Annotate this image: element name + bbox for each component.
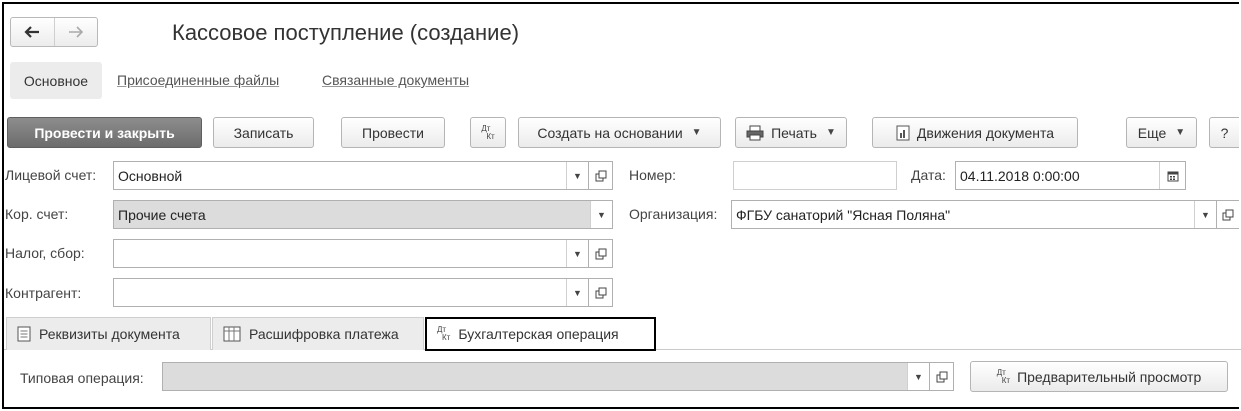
printer-icon: [746, 125, 764, 140]
number-field[interactable]: [733, 161, 897, 190]
tax-field[interactable]: ▼: [113, 239, 589, 268]
dropdown-icon[interactable]: ▼: [566, 279, 588, 306]
chevron-down-icon: ▼: [825, 127, 836, 138]
tab-main[interactable]: Основное: [10, 62, 102, 99]
dt-kt-icon: Дт Кт: [997, 368, 1011, 385]
print-label: Печать: [771, 124, 817, 141]
kt-label: Кт: [1001, 375, 1011, 385]
kt-label: Кт: [486, 131, 495, 141]
open-window-icon: [595, 170, 606, 181]
account-label: Лицевой счет:: [5, 167, 97, 183]
report-icon: [896, 125, 910, 140]
help-button[interactable]: ?: [1209, 117, 1239, 148]
save-button[interactable]: Записать: [213, 117, 314, 148]
organization-value: ФГБУ санаторий "Ясная Поляна": [736, 206, 951, 223]
tab-attached-files[interactable]: Присоединенные файлы: [117, 72, 279, 88]
open-organization-button[interactable]: [1217, 200, 1239, 229]
cor-account-label: Кор. счет:: [5, 206, 69, 222]
counterparty-field[interactable]: ▼: [113, 278, 589, 307]
tab-document-details-label: Реквизиты документа: [39, 326, 180, 342]
kt-label: Кт: [442, 333, 451, 342]
open-operation-button[interactable]: [930, 362, 954, 391]
post-and-close-label: Провести и закрыть: [34, 124, 175, 141]
create-based-on-label: Создать на основании: [537, 124, 683, 141]
tab-document-details[interactable]: Реквизиты документа: [6, 317, 211, 350]
tab-main-label: Основное: [23, 72, 89, 89]
forward-button[interactable]: [53, 18, 98, 46]
number-label: Номер:: [629, 167, 676, 183]
help-label: ?: [1220, 124, 1229, 141]
open-counterparty-button[interactable]: [589, 278, 613, 307]
back-button[interactable]: [11, 18, 54, 46]
dt-kt-button[interactable]: Дт Кт: [470, 117, 506, 148]
dropdown-icon[interactable]: ▼: [1194, 201, 1216, 228]
document-movements-button[interactable]: Движения документа: [872, 117, 1078, 148]
tab-related-documents[interactable]: Связанные документы: [322, 72, 469, 88]
account-value: Основной: [118, 167, 183, 184]
organization-field[interactable]: ФГБУ санаторий "Ясная Поляна" ▼: [731, 200, 1217, 229]
preview-label: Предварительный просмотр: [1017, 368, 1202, 385]
table-icon: [223, 326, 241, 342]
preview-button[interactable]: Дт Кт Предварительный просмотр: [970, 361, 1228, 392]
date-value: 04.11.2018 0:00:00: [960, 167, 1080, 184]
arrow-right-icon: [68, 26, 83, 38]
more-button[interactable]: Еще ▼: [1126, 117, 1197, 148]
post-and-close-button[interactable]: Провести и закрыть: [7, 117, 202, 148]
dt-kt-icon: Дт Кт: [437, 326, 450, 342]
print-button[interactable]: Печать ▼: [735, 117, 847, 148]
arrow-left-icon: [24, 26, 40, 38]
tab-payment-breakdown[interactable]: Расшифровка платежа: [212, 317, 424, 350]
chevron-down-icon: ▼: [691, 127, 702, 138]
dropdown-icon[interactable]: ▼: [566, 240, 588, 267]
tab-accounting-operation-label: Бухгалтерская операция: [458, 326, 619, 342]
operation-field[interactable]: ▼: [162, 362, 930, 391]
save-label: Записать: [233, 124, 294, 141]
counterparty-label: Контрагент:: [5, 285, 82, 301]
cor-account-value: Прочие счета: [118, 206, 206, 223]
nav-arrows: [10, 17, 98, 47]
cor-account-field[interactable]: Прочие счета ▼: [113, 200, 613, 229]
document-movements-label: Движения документа: [916, 124, 1055, 141]
organization-label: Организация:: [629, 206, 718, 222]
post-button[interactable]: Провести: [341, 117, 445, 148]
tab-accounting-operation[interactable]: Дт Кт Бухгалтерская операция: [425, 317, 656, 351]
create-based-on-button[interactable]: Создать на основании ▼: [518, 117, 721, 148]
open-tax-button[interactable]: [589, 239, 613, 268]
chevron-down-icon: ▼: [1175, 127, 1186, 138]
dt-kt-icon: Дт Кт: [481, 124, 495, 141]
post-label: Провести: [362, 124, 424, 141]
date-label: Дата:: [911, 167, 946, 183]
account-field[interactable]: Основной ▼: [113, 161, 589, 190]
document-icon: [17, 326, 31, 342]
open-window-icon: [936, 371, 947, 382]
open-window-icon: [595, 287, 606, 298]
more-label: Еще: [1137, 124, 1167, 141]
open-window-icon: [595, 248, 606, 259]
date-field[interactable]: 04.11.2018 0:00:00: [955, 161, 1186, 190]
operation-label: Типовая операция:: [20, 370, 144, 386]
dropdown-icon[interactable]: ▼: [590, 201, 612, 228]
tax-label: Налог, сбор:: [5, 245, 85, 261]
calendar-icon[interactable]: [1159, 162, 1185, 189]
dropdown-icon[interactable]: ▼: [566, 162, 588, 189]
tab-payment-breakdown-label: Расшифровка платежа: [249, 326, 399, 342]
dropdown-icon[interactable]: ▼: [907, 363, 929, 390]
open-account-button[interactable]: [589, 161, 613, 190]
open-window-icon: [1222, 209, 1234, 220]
page-title: Кассовое поступление (создание): [172, 20, 520, 45]
